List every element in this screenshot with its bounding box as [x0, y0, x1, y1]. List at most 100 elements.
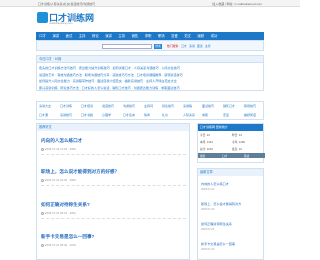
nav-item[interactable]: 演讲: [49, 32, 62, 40]
article-list: 推荐好文 内向的人怎么练口才 2025-07-22 14:18 · 4066 职…: [36, 123, 190, 260]
category-link[interactable]: 心理学: [102, 113, 111, 117]
favorite-link[interactable]: 加入收藏 | 网址: m.caibaolianred.com: [212, 2, 262, 6]
category-link[interactable]: 幽默笑话: [244, 113, 256, 117]
top-bar: 口才训练|人际关系|礼仪|说话技巧|沟通技巧 加入收藏 | 网址: m.caib…: [0, 0, 300, 7]
latest-date: 2025-07-22: [201, 207, 215, 211]
nav-item[interactable]: 幽默: [194, 32, 207, 40]
nav-item[interactable]: 口才: [36, 32, 49, 40]
nav-item[interactable]: 求职: [142, 32, 155, 40]
search-bar: 搜索 热门搜索: 口才 演讲 面试 主持: [36, 40, 264, 51]
latest-panel: 最新文章 内向的人怎么练口才 2025-07-22 职场上，怎么说才能得到对方 …: [197, 168, 264, 260]
category-link[interactable]: 说话技巧: [102, 104, 114, 108]
category-link[interactable]: 口才培训: [81, 104, 93, 108]
category-link[interactable]: 演讲技巧: [60, 113, 72, 117]
nav-item[interactable]: 销售: [128, 32, 141, 40]
divider: [41, 185, 186, 186]
hot-label: 热门搜索:: [167, 44, 179, 48]
stat-value: 会员: 10: [232, 148, 242, 151]
clock-icon: [41, 178, 44, 182]
stat-value: 本月: 1344: [200, 141, 213, 144]
article-title[interactable]: 如何正确对待称生关系?: [41, 202, 186, 208]
category-link[interactable]: 面试技巧: [202, 104, 214, 108]
latest-item[interactable]: 内向的人怎么练口才 2025-07-22: [201, 181, 263, 191]
stats-heading: 口才训练网 更新统计: [198, 124, 263, 131]
article-title[interactable]: 内向的人怎么练口才: [41, 138, 186, 144]
category-link[interactable]: 职场技巧: [244, 104, 256, 108]
nav-item[interactable]: 主持: [115, 32, 128, 40]
logo-url: caibaolianwang.com: [49, 22, 73, 25]
category-link[interactable]: 销售口才: [223, 104, 235, 108]
nav-item[interactable]: 面试: [62, 32, 75, 40]
latest-title[interactable]: 如何正确对待称生关系: [201, 221, 263, 226]
latest-title[interactable]: 职场上，怎么说才能得到对方: [201, 201, 263, 206]
hot-keyword[interactable]: 主持: [205, 44, 211, 48]
nav-item[interactable]: 主持: [76, 32, 89, 40]
category-link[interactable]: 人际关系: [183, 113, 195, 117]
today-row[interactable]: 说话的艺术 · 有效沟通技巧方法 · 职场沟通技巧分享 · 演讲技巧与方法 · …: [37, 70, 263, 77]
nav-item[interactable]: 成功: [207, 32, 220, 40]
category-link[interactable]: 礼仪: [162, 113, 168, 117]
category-link[interactable]: 口才书籍: [81, 113, 93, 117]
today-row[interactable]: 街头的口才训练方法与技巧 · 表达能力提升训练技巧 · 如何训练口才 · 人际关…: [37, 63, 263, 70]
article-meta: 2025-07-22 14:18 · 4066: [41, 147, 186, 151]
category-link[interactable]: 沟通技巧: [123, 104, 135, 108]
clock-icon: [41, 243, 44, 247]
logo-icon: [37, 12, 48, 23]
hot-keyword[interactable]: 演讲: [189, 44, 195, 48]
category-link[interactable]: 情商: [144, 113, 150, 117]
article-meta: 2025-07-22 08:40 · 4199: [41, 243, 186, 247]
stats-bar: 搜索 口才 面试: [198, 153, 265, 158]
top-links[interactable]: 口才训练|人际关系|礼仪|说话技巧|沟通技巧: [38, 2, 95, 6]
nav-item[interactable]: 范文: [181, 32, 194, 40]
category-link[interactable]: 求职: [202, 113, 208, 117]
category-grid: 演讲大全 口才训练 口才培训 说话技巧 沟通技巧 主持词 辩论技巧 演讲稿 面试…: [36, 101, 264, 120]
stats-panel: 口才训练网 更新统计 今日: 24 昨日: 43 本月: 1344 今年: 12…: [197, 123, 265, 163]
hot-keyword[interactable]: 面试: [197, 44, 203, 48]
hot-keywords: 热门搜索: 口才 演讲 面试 主持: [167, 44, 211, 48]
article-title[interactable]: 职场上，怎么说才能得到对方的好感？: [41, 169, 186, 175]
latest-item[interactable]: 如何正确对待称生关系 2025-07-22: [201, 221, 263, 231]
latest-title[interactable]: 内向的人怎么练口才: [201, 181, 263, 186]
article-item[interactable]: 内向的人怎么练口才 2025-07-22 14:18 · 4066: [41, 138, 186, 155]
latest-heading: 最新文章: [198, 169, 263, 176]
site-logo[interactable]: 口才训练网 caibaolianwang.com: [37, 10, 97, 30]
nav-item[interactable]: 演讲: [102, 32, 115, 40]
category-link[interactable]: 口才名言: [123, 113, 135, 117]
latest-item[interactable]: 新手卡交易是怎么一回事 2025-07-22: [201, 241, 263, 251]
category-link[interactable]: 主持词: [144, 104, 153, 108]
today-row[interactable]: 如何提升人际交往能力 · 演讲稿写作技巧 · 面试自我介绍范文 · 幽默演讲技巧…: [37, 77, 263, 83]
article-list-heading: 推荐好文: [37, 124, 189, 131]
nav-item[interactable]: 辩论: [89, 32, 102, 40]
category-link[interactable]: 恋爱: [223, 113, 229, 117]
clock-icon: [41, 211, 44, 215]
stats-bar-link[interactable]: 搜索: [200, 154, 205, 158]
latest-title[interactable]: 新手卡交易是怎么一回事: [201, 241, 263, 246]
category-link[interactable]: 辩论技巧: [162, 104, 174, 108]
nav-item[interactable]: 恋爱: [168, 32, 181, 40]
latest-date: 2025-07-22: [201, 227, 215, 231]
today-row[interactable]: 即兴演讲训练 · 辩论技巧方法 · 口才好的人怎么说话 · 销售口才技巧 · 沟…: [37, 83, 263, 90]
category-link[interactable]: 演讲稿: [183, 104, 192, 108]
today-heading: 今日口才 · 10篇: [37, 56, 263, 63]
article-item[interactable]: 新手卡交易是怎么一回事? 2025-07-22 08:40 · 4199: [41, 234, 186, 247]
category-link[interactable]: 口才训练: [60, 104, 72, 108]
stats-bar-link[interactable]: 面试: [244, 154, 249, 158]
clock-icon: [41, 147, 44, 151]
main-nav: 口才 演讲 面试 主持 辩论 演讲 主持 销售 求职 职场 恋爱 范文 幽默 成…: [36, 32, 264, 40]
article-title[interactable]: 新手卡交易是怎么一回事?: [41, 234, 186, 240]
category-link[interactable]: 口才课: [39, 113, 48, 117]
search-button[interactable]: 搜索: [154, 43, 162, 49]
hot-keyword[interactable]: 口才: [181, 44, 187, 48]
article-item[interactable]: 如何正确对待称生关系? 2025-07-22 09:16 · 4262: [41, 202, 186, 219]
nav-item[interactable]: 职场: [155, 32, 168, 40]
article-item[interactable]: 职场上，怎么说才能得到对方的好感？ 2025-07-22 10:36 · 400…: [41, 169, 186, 186]
article-meta: 2025-07-22 09:16 · 4262: [41, 211, 186, 215]
divider: [41, 218, 186, 219]
search-input[interactable]: [102, 43, 152, 49]
stats-bar-link[interactable]: 口才: [222, 154, 227, 158]
stat-value: 总计: 2234: [200, 148, 213, 151]
category-link[interactable]: 演讲大全: [39, 104, 51, 108]
today-panel: 今日口才 · 10篇 街头的口才训练方法与技巧 · 表达能力提升训练技巧 · 如…: [36, 55, 264, 91]
latest-item[interactable]: 职场上，怎么说才能得到对方 2025-07-22: [201, 201, 263, 211]
stat-value: 今日: 24: [200, 134, 210, 137]
